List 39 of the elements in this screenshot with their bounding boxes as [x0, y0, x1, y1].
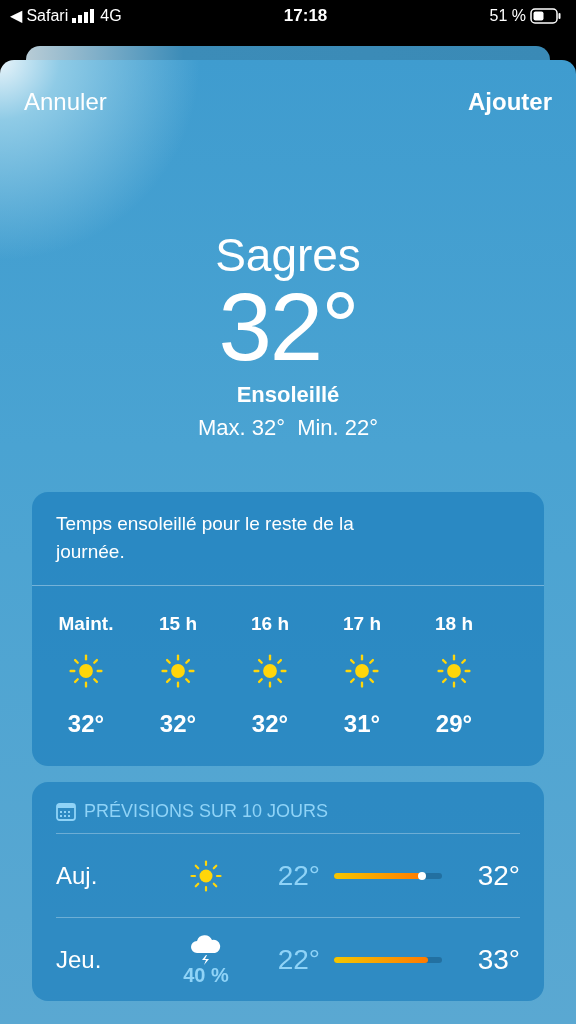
- cancel-button[interactable]: Annuler: [24, 84, 107, 120]
- high-temperature: 32°: [476, 858, 520, 893]
- hourly-temperature: 32°: [159, 709, 197, 740]
- sun-icon: [69, 654, 103, 689]
- hourly-temperature: 29°: [435, 709, 473, 740]
- sun-icon: [253, 654, 287, 689]
- hourly-temperature: 32°: [67, 709, 105, 740]
- current-temperature: 32°: [218, 280, 358, 372]
- network-type: 4G: [100, 6, 122, 26]
- hour-label: 17 h: [343, 611, 381, 636]
- precipitation-chance: 40 %: [183, 964, 229, 985]
- low-temperature: 22°: [276, 858, 320, 893]
- day-label: Auj.: [56, 860, 99, 891]
- hourly-temperature: 31°: [343, 709, 381, 740]
- hour-label: Maint.: [58, 611, 114, 636]
- section-title: PRÉVISIONS SUR 10 JOURS: [84, 800, 329, 824]
- low-temperature: 22°: [276, 942, 320, 977]
- sun-icon: [437, 654, 471, 689]
- sun-icon: [190, 859, 222, 892]
- hour-label: 18 h: [435, 611, 473, 636]
- day-label: Jeu.: [56, 944, 103, 975]
- battery-percentage: 51 %: [489, 6, 526, 26]
- hour-label: 15 h: [159, 611, 197, 636]
- sun-icon: [161, 654, 195, 689]
- sun-icon: [345, 654, 379, 689]
- thunderstorm-icon: [189, 934, 223, 965]
- city-name: Sagres: [215, 230, 361, 281]
- hourly-temperature: 32°: [251, 709, 289, 740]
- hour-label: 16 h: [251, 611, 289, 636]
- forecast-summary: Temps ensoleillé pour le reste de la journée.: [32, 491, 544, 586]
- clock: 17:18: [283, 5, 328, 28]
- back-to-app-link[interactable]: ◀ Safari: [10, 4, 69, 28]
- calendar-icon: [56, 802, 76, 821]
- signal-icon: [72, 9, 97, 23]
- battery-icon: [530, 8, 562, 24]
- weather-condition: Ensoleillé: [236, 380, 340, 409]
- add-button[interactable]: Ajouter: [468, 84, 552, 120]
- high-low-temperatures: Max. 32° Min. 22°: [197, 413, 379, 442]
- high-temperature: 33°: [476, 942, 520, 977]
